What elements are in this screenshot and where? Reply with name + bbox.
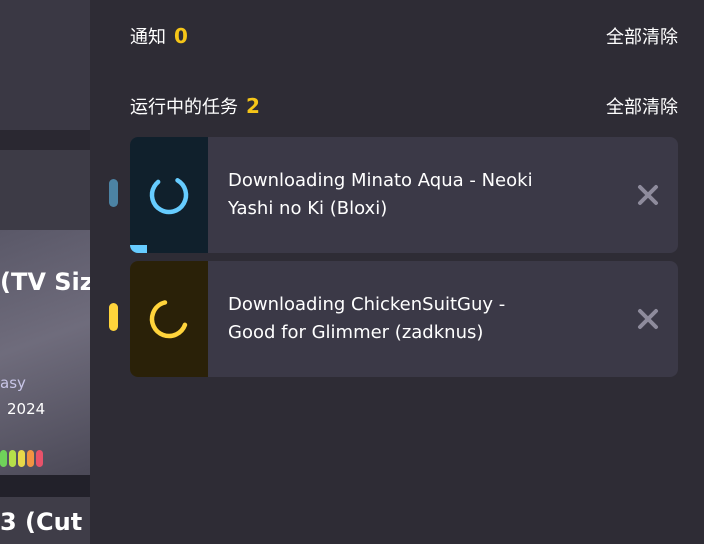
difficulty-dot xyxy=(9,450,16,467)
dismiss-task-button[interactable] xyxy=(618,261,678,377)
background-header xyxy=(0,0,90,130)
task-item[interactable]: Downloading ChickenSuitGuy - Good for Gl… xyxy=(130,261,678,377)
task-line-1: Downloading Minato Aqua - Neoki xyxy=(228,170,533,191)
task-indicator xyxy=(109,303,118,331)
difficulty-dot xyxy=(18,450,25,467)
beatmap-title: (TV Siz xyxy=(0,268,90,296)
task-line-2: Good for Glimmer (zadknus) xyxy=(228,322,484,343)
background-content: (TV Siz asy 2024 3 (Cut V xyxy=(0,0,90,544)
dismiss-task-button[interactable] xyxy=(618,137,678,253)
clear-tasks-button[interactable]: 全部清除 xyxy=(606,93,678,119)
beatmap-card[interactable] xyxy=(0,150,90,230)
task-item[interactable]: Downloading Minato Aqua - Neoki Yashi no… xyxy=(130,137,678,253)
running-tasks-title: 运行中的任务 xyxy=(130,97,238,118)
background-divider xyxy=(0,130,90,150)
notifications-header: 通知 0 全部清除 xyxy=(130,22,678,50)
task-line-2: Yashi no Ki (Bloxi) xyxy=(228,198,388,219)
notification-overlay: 通知 0 全部清除 运行中的任务 2 全部清除 Downloading Mina… xyxy=(90,0,704,544)
notifications-title-group: 通知 0 xyxy=(130,23,188,49)
close-icon xyxy=(638,309,658,329)
spinner-icon xyxy=(149,175,189,215)
background-divider xyxy=(0,475,90,497)
notifications-count: 0 xyxy=(174,24,188,48)
beatmap-artist: asy xyxy=(0,374,26,392)
difficulty-dot xyxy=(36,450,43,467)
task-thumbnail xyxy=(130,261,208,377)
spinner-icon xyxy=(149,299,189,339)
clear-notifications-button[interactable]: 全部清除 xyxy=(606,23,678,49)
task-progress-bar xyxy=(130,245,148,253)
difficulty-dots xyxy=(0,450,43,467)
task-thumbnail xyxy=(130,137,208,253)
beatmap-year: 2024 xyxy=(7,400,46,418)
difficulty-dot xyxy=(0,450,7,467)
task-description: Downloading ChickenSuitGuy - Good for Gl… xyxy=(208,291,618,347)
running-tasks-count: 2 xyxy=(246,94,260,118)
running-tasks-title-group: 运行中的任务 2 xyxy=(130,93,260,119)
task-description: Downloading Minato Aqua - Neoki Yashi no… xyxy=(208,167,618,223)
beatmap-title: 3 (Cut V xyxy=(0,508,90,536)
task-indicator xyxy=(109,179,118,207)
close-icon xyxy=(638,185,658,205)
difficulty-dot xyxy=(27,450,34,467)
running-tasks-header: 运行中的任务 2 全部清除 xyxy=(130,92,678,120)
beatmap-card[interactable] xyxy=(0,230,90,475)
task-line-1: Downloading ChickenSuitGuy - xyxy=(228,294,506,315)
notifications-title: 通知 xyxy=(130,27,166,48)
